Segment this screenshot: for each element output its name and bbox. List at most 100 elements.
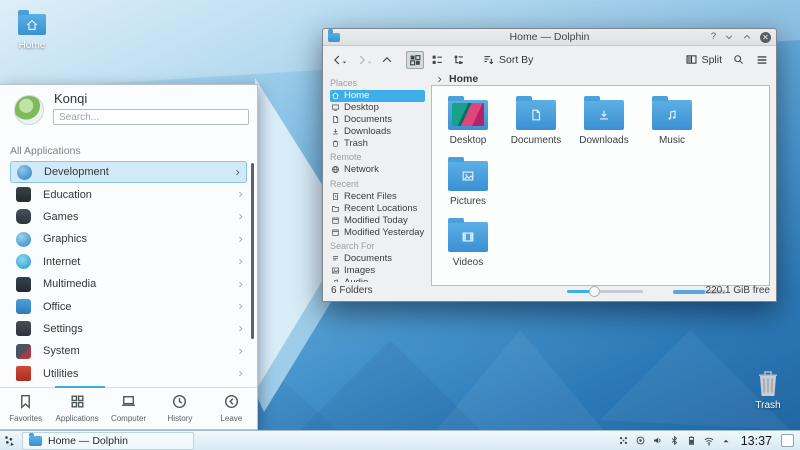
icons-view-button[interactable] [406, 51, 424, 69]
device-notifier-icon[interactable] [618, 435, 629, 446]
search-images[interactable]: Images [330, 265, 431, 277]
folder-documents[interactable]: Documents [502, 94, 570, 146]
sort-by-button[interactable]: Sort By [482, 53, 533, 66]
forward-button[interactable] [355, 53, 373, 67]
tab-favorites[interactable]: Favorites [0, 393, 51, 423]
remote-header: Remote [330, 152, 431, 162]
film-icon [461, 230, 475, 244]
kickoff-menu: Konqi All Applications Development Educa… [0, 84, 258, 430]
place-desktop[interactable]: Desktop [330, 102, 431, 114]
taskbar-panel: Home — Dolphin 13:37 [0, 430, 800, 450]
close-button[interactable]: ✕ [760, 32, 771, 43]
split-button[interactable]: Split [685, 53, 722, 66]
computer-icon [120, 393, 137, 410]
details-view-button[interactable] [450, 51, 468, 69]
folder-music[interactable]: Music [638, 94, 706, 146]
show-desktop-button[interactable] [781, 434, 794, 447]
settings-icon [16, 321, 31, 336]
bookmark-icon [17, 393, 34, 410]
tab-computer[interactable]: Computer [103, 393, 154, 423]
category-games[interactable]: Games [0, 206, 257, 228]
place-network[interactable]: Network [330, 164, 431, 176]
system-icon [16, 344, 31, 359]
category-development[interactable]: Development [10, 161, 247, 183]
places-panel: Places Home Desktop Documents Downloads … [323, 73, 431, 282]
app-launcher-button[interactable] [0, 434, 20, 448]
recent-header: Recent [330, 179, 431, 189]
search-input[interactable] [53, 109, 249, 125]
digital-clock[interactable]: 13:37 [741, 434, 772, 448]
volume-icon[interactable] [652, 435, 663, 446]
maximize-button[interactable] [742, 32, 752, 42]
wifi-icon[interactable] [703, 435, 715, 447]
category-office[interactable]: Office [0, 295, 257, 317]
search-documents[interactable]: Documents [330, 253, 431, 265]
folder-view[interactable]: Desktop Documents Downloads Music Pictur… [431, 85, 770, 286]
place-modified-yesterday[interactable]: Modified Yesterday [330, 226, 431, 238]
submenu-arrow-icon [236, 257, 245, 266]
zoom-slider[interactable] [567, 290, 643, 293]
hamburger-menu-icon[interactable] [755, 53, 769, 67]
place-downloads[interactable]: Downloads [330, 125, 431, 137]
split-icon [685, 53, 698, 66]
folder-pictures[interactable]: Pictures [434, 155, 502, 207]
clock-icon [171, 393, 188, 410]
help-button[interactable]: ? [711, 32, 716, 42]
up-button[interactable] [380, 53, 394, 67]
back-button[interactable] [330, 53, 348, 67]
category-multimedia[interactable]: Multimedia [0, 273, 257, 295]
category-list: Development Education Games Graphics Int… [0, 161, 257, 385]
compact-view-button[interactable] [428, 51, 446, 69]
active-tab-indicator [55, 386, 105, 388]
battery-icon[interactable] [686, 435, 697, 446]
document-icon [529, 108, 543, 122]
desktop-trash-label: Trash [742, 400, 794, 411]
category-utilities[interactable]: Utilities [0, 363, 257, 385]
place-home[interactable]: Home [330, 90, 425, 102]
user-name: Konqi [54, 91, 87, 106]
category-internet[interactable]: Internet [0, 251, 257, 273]
task-folder-icon [29, 436, 42, 446]
dolphin-window: Home — Dolphin ? ✕ Sort By Split [322, 28, 777, 302]
place-recent-locations[interactable]: Recent Locations [330, 203, 431, 215]
submenu-arrow-icon [236, 324, 245, 333]
category-graphics[interactable]: Graphics [0, 228, 257, 250]
music-note-icon [665, 108, 679, 122]
sort-icon [482, 53, 495, 66]
tab-leave[interactable]: Leave [206, 393, 257, 423]
grid-icon [69, 393, 86, 410]
kickoff-header: Konqi [0, 85, 257, 133]
category-settings[interactable]: Settings [0, 318, 257, 340]
folder-videos[interactable]: Videos [434, 216, 502, 268]
desktop-wallpaper-thumb [452, 103, 484, 126]
all-applications-header: All Applications [10, 145, 257, 157]
status-circle-icon[interactable] [635, 435, 646, 446]
folder-downloads[interactable]: Downloads [570, 94, 638, 146]
tab-history[interactable]: History [154, 393, 205, 423]
category-system[interactable]: System [0, 340, 257, 362]
breadcrumb-home[interactable]: Home [449, 73, 478, 85]
zoom-slider-knob[interactable] [589, 286, 600, 297]
place-recent-files[interactable]: Recent Files [330, 191, 431, 203]
graphics-icon [16, 232, 31, 247]
statusbar: 6 Folders 220.1 GiB free [323, 282, 776, 301]
taskbar-task-dolphin[interactable]: Home — Dolphin [22, 432, 194, 450]
category-education[interactable]: Education [0, 183, 257, 205]
free-space-label: 220.1 GiB free [706, 285, 770, 296]
internet-icon [16, 254, 31, 269]
desktop-trash-shortcut[interactable]: Trash [742, 368, 794, 411]
minimize-button[interactable] [724, 32, 734, 42]
tray-expand-icon[interactable] [721, 436, 731, 446]
tab-applications[interactable]: Applications [51, 393, 102, 423]
search-icon[interactable] [732, 53, 745, 66]
kickoff-scrollbar[interactable] [251, 163, 254, 339]
desktop-home-shortcut[interactable]: Home [6, 10, 58, 51]
window-title: Home — Dolphin [323, 31, 776, 43]
place-trash[interactable]: Trash [330, 137, 431, 149]
place-documents[interactable]: Documents [330, 114, 431, 126]
bluetooth-icon[interactable] [669, 435, 680, 446]
place-modified-today[interactable]: Modified Today [330, 214, 431, 226]
folder-desktop[interactable]: Desktop [434, 94, 502, 146]
compact-view-icon [430, 53, 444, 67]
titlebar[interactable]: Home — Dolphin ? ✕ [323, 29, 776, 46]
